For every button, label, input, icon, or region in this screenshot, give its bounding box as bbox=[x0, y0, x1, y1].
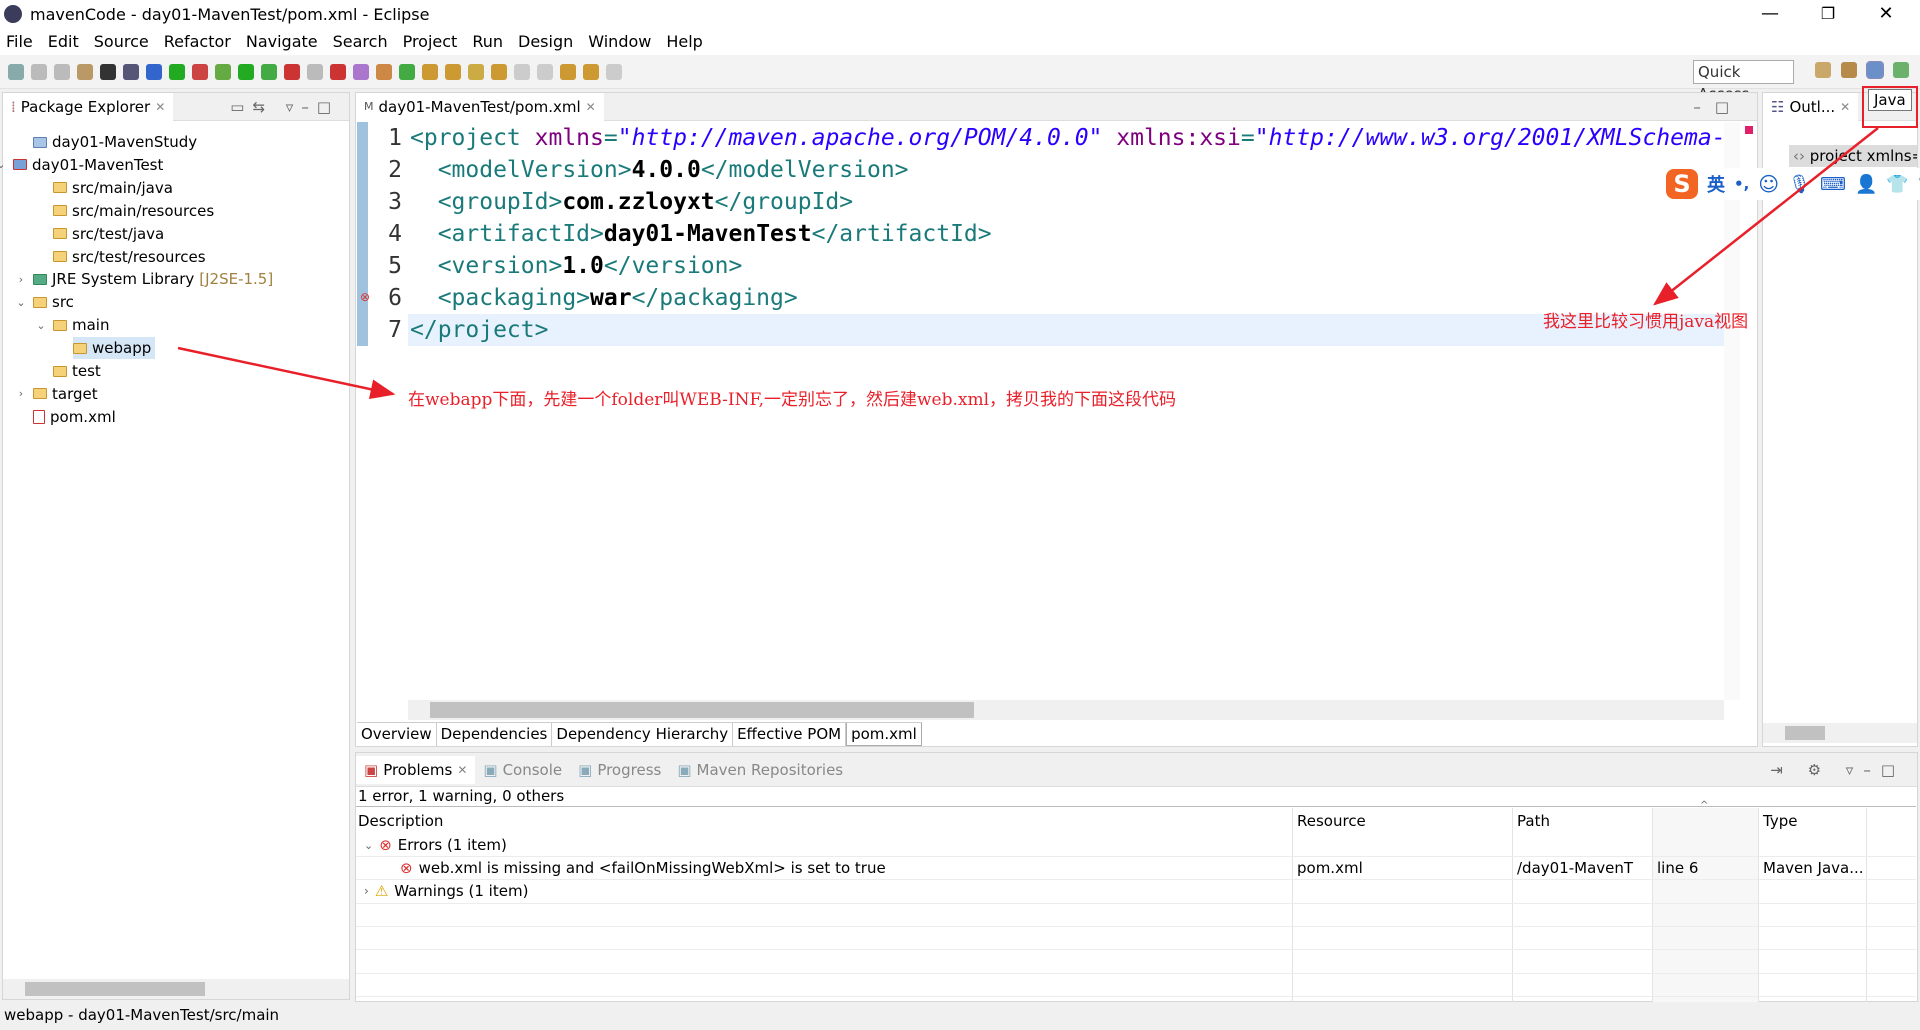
arrow-to-java-perspective bbox=[1653, 127, 1879, 306]
annotation-left: 在webapp下面，先建一个folder叫WEB-INF,一定别忘了，然后建we… bbox=[408, 390, 1177, 410]
arrow-to-webapp bbox=[177, 346, 396, 400]
annotation-right: 我这里比较习惯用java视图 bbox=[1543, 312, 1749, 332]
java-tooltip: Java bbox=[1868, 89, 1912, 111]
annotation-arrows bbox=[177, 127, 1879, 400]
